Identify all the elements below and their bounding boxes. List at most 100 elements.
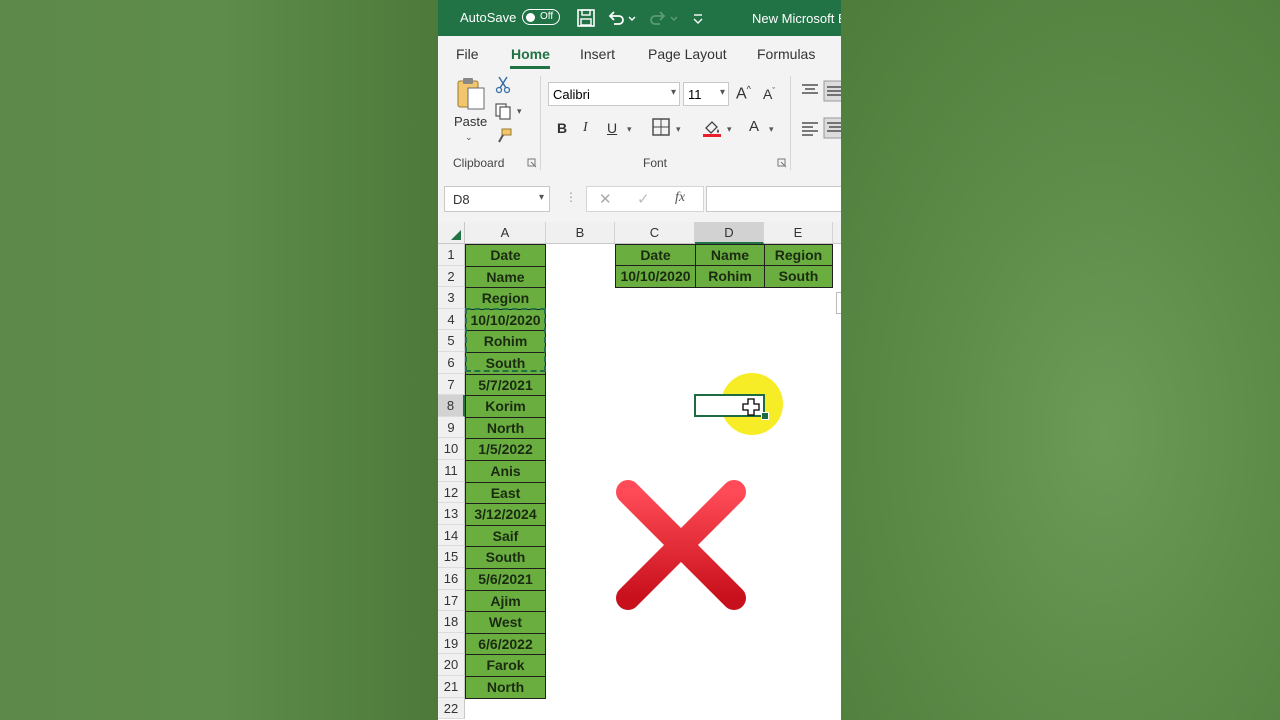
font-size-dropdown[interactable]: 11 ▾ [683,82,729,106]
tab-formulas[interactable]: Formulas [757,46,815,62]
align-left-icon[interactable] [801,120,819,136]
decrease-font-size-icon[interactable]: Aˇ [763,86,775,102]
paste-dropdown-icon[interactable]: ⌄ [465,132,473,143]
fill-handle[interactable] [761,412,769,420]
align-top-icon[interactable] [801,82,819,98]
tab-home[interactable]: Home [511,46,550,62]
row-header-9[interactable]: 9 [438,416,465,439]
column-a-cell[interactable]: Saif [465,524,546,548]
row-header-21[interactable]: 21 [438,676,465,698]
paste-icon[interactable] [455,76,487,112]
row-header-12[interactable]: 12 [438,481,465,504]
row-header-13[interactable]: 13 [438,503,465,525]
align-middle-icon[interactable] [823,80,841,102]
table-header-cell[interactable]: Name [695,244,765,266]
row-header-20[interactable]: 20 [438,654,465,676]
column-a-cell[interactable]: Region [465,287,546,310]
row-header-7[interactable]: 7 [438,373,465,396]
save-icon[interactable] [576,8,596,28]
row-header-11[interactable]: 11 [438,460,465,482]
select-all-button[interactable] [438,222,465,244]
undo-icon[interactable] [606,8,626,28]
align-center-icon[interactable] [823,117,841,139]
format-painter-icon[interactable] [495,127,513,145]
row-header-19[interactable]: 19 [438,632,465,655]
cut-icon[interactable] [495,76,511,94]
autosave-toggle[interactable]: Off [522,9,560,25]
row-header-5[interactable]: 5 [438,330,465,352]
column-a-cell[interactable]: South [465,546,546,569]
column-a-cell[interactable]: Farok [465,654,546,677]
table-data-cell[interactable]: 10/10/2020 [615,265,696,288]
column-a-cell[interactable]: East [465,481,546,505]
tab-insert[interactable]: Insert [580,46,615,62]
column-a-cell[interactable]: Anis [465,460,546,483]
customize-toolbar-icon[interactable] [691,8,705,28]
column-a-cell[interactable]: Korim [465,395,546,418]
column-a-cell[interactable]: 10/10/2020 [465,308,546,332]
column-a-cell[interactable]: 3/12/2024 [465,503,546,526]
underline-button[interactable]: U [607,120,617,136]
name-box[interactable]: D8 ▾ [444,186,550,212]
fill-color-dropdown-icon[interactable]: ▾ [727,124,732,135]
column-header-a[interactable]: A [465,222,546,244]
increase-font-size-icon[interactable]: A^ [736,84,751,103]
borders-icon[interactable] [652,118,670,136]
row-header-8[interactable]: 8 [438,395,465,417]
undo-dropdown-icon[interactable] [627,8,637,28]
column-a-cell[interactable]: North [465,676,546,699]
row-header-4[interactable]: 4 [438,308,465,331]
bold-button[interactable]: B [557,120,567,136]
column-a-cell[interactable]: Ajim [465,589,546,613]
borders-dropdown-icon[interactable]: ▾ [676,124,681,135]
tab-file[interactable]: File [456,46,479,62]
font-color-dropdown-icon[interactable]: ▾ [769,124,774,135]
table-data-cell[interactable]: South [764,265,833,288]
column-a-cell[interactable]: Rohim [465,330,546,353]
column-a-cell[interactable]: 5/6/2021 [465,568,546,591]
row-header-17[interactable]: 17 [438,589,465,612]
insert-function-button[interactable]: fx [675,190,685,206]
font-launcher-icon[interactable] [777,158,787,168]
column-header-d[interactable]: D [695,222,764,244]
underline-dropdown-icon[interactable]: ▾ [627,124,632,135]
column-a-cell[interactable]: North [465,416,546,440]
enter-icon[interactable]: ✓ [637,190,650,208]
redo-icon[interactable] [648,8,668,28]
row-header-18[interactable]: 18 [438,611,465,633]
row-header-14[interactable]: 14 [438,524,465,547]
row-header-1[interactable]: 1 [438,244,465,266]
formula-input[interactable] [706,186,841,212]
row-header-16[interactable]: 16 [438,568,465,590]
row-header-3[interactable]: 3 [438,287,465,309]
table-header-cell[interactable]: Date [615,244,696,266]
column-a-cell[interactable]: South [465,352,546,375]
row-header-22[interactable]: 22 [438,697,465,720]
column-header-e[interactable]: E [764,222,833,244]
clipboard-launcher-icon[interactable] [527,158,537,168]
tab-page-layout[interactable]: Page Layout [648,46,727,62]
column-header-c[interactable]: C [615,222,695,244]
worksheet-grid[interactable]: A B C D E 1 2 3 4 5 6 7 8 9 10 11 12 13 14 15 16 17 18 19 2… [438,222,841,720]
column-a-cell[interactable]: 1/5/2022 [465,438,546,461]
row-header-6[interactable]: 6 [438,352,465,374]
copy-dropdown-icon[interactable]: ▾ [517,106,522,117]
font-color-button[interactable]: A [749,118,759,135]
row-header-15[interactable]: 15 [438,546,465,568]
column-a-cell[interactable]: 5/7/2021 [465,373,546,397]
copy-icon[interactable] [494,102,512,120]
font-name-dropdown[interactable]: Calibri ▾ [548,82,680,106]
column-a-cell[interactable]: 6/6/2022 [465,632,546,656]
redo-dropdown-icon[interactable] [669,8,679,28]
table-header-cell[interactable]: Region [764,244,833,266]
fill-color-icon[interactable] [702,118,722,138]
column-header-f[interactable] [833,222,841,244]
column-a-cell[interactable]: Name [465,265,546,289]
column-a-cell[interactable]: Date [465,244,546,267]
italic-button[interactable]: I [583,120,588,136]
row-header-2[interactable]: 2 [438,265,465,288]
cancel-icon[interactable]: ✕ [599,190,612,208]
paste-label[interactable]: Paste [454,114,487,129]
column-header-b[interactable]: B [546,222,615,244]
row-header-10[interactable]: 10 [438,438,465,460]
